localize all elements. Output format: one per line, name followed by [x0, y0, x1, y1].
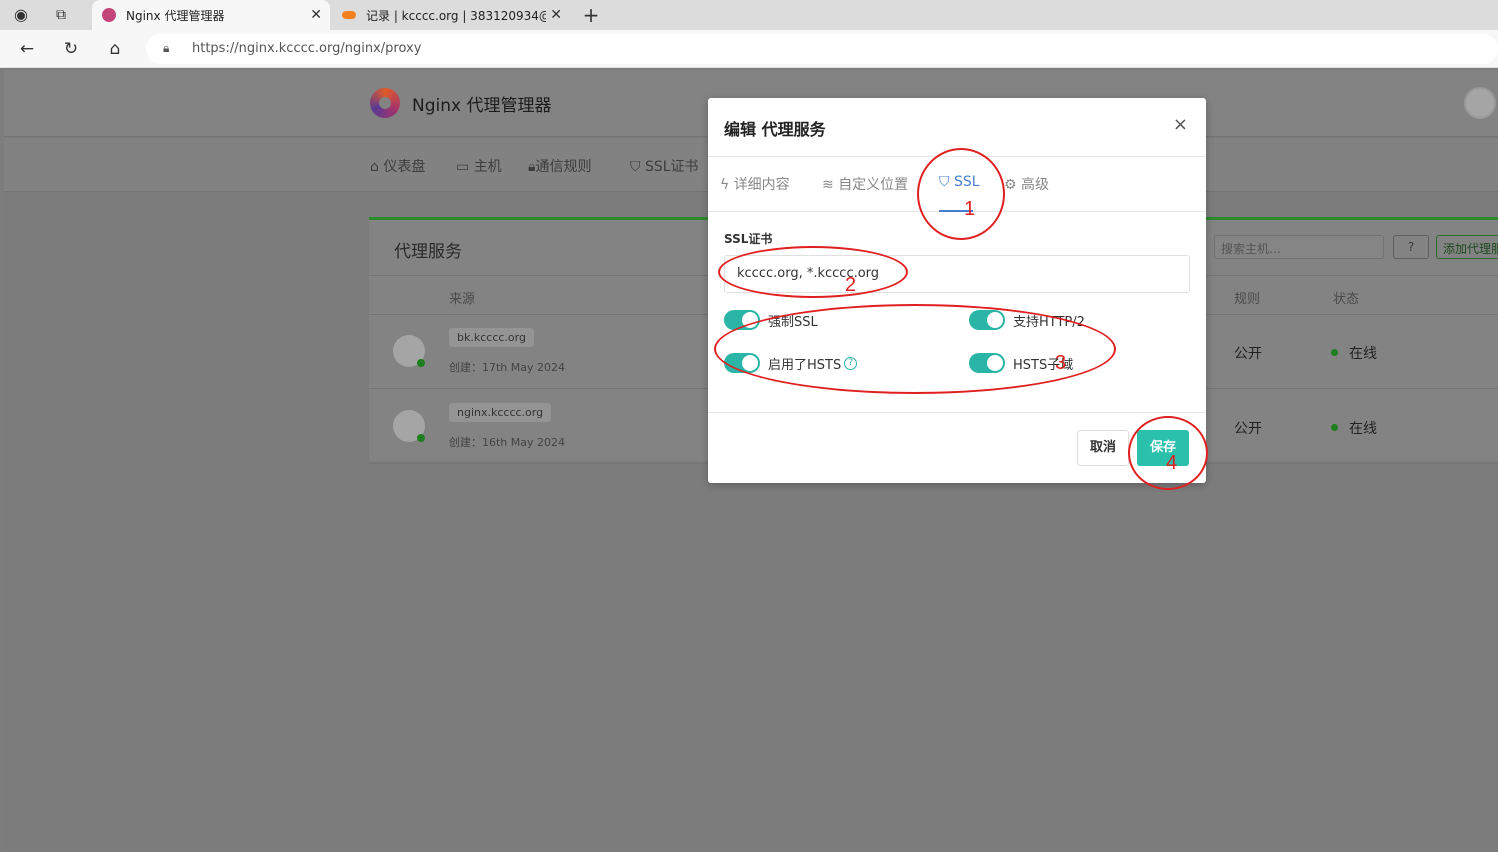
modal-title: 编辑 代理服务: [724, 120, 826, 139]
nginx-logo-icon: [370, 88, 400, 118]
browser-profile-icon[interactable]: ◉: [10, 4, 32, 26]
back-icon[interactable]: ←: [16, 38, 38, 60]
browser-tabbar: ◉ ⧉ Nginx 代理管理器 ✕ 记录 | kcccc.org | 38312…: [0, 0, 1498, 30]
status-dot-icon: [1331, 349, 1338, 356]
access-rule: 公开: [1234, 421, 1262, 437]
tab-label: 详细内容: [733, 177, 790, 193]
annotation-number: 4: [1166, 452, 1178, 474]
add-proxy-button[interactable]: 添加代理服务: [1436, 235, 1498, 259]
url-text: https://nginx.kcccc.org/nginx/proxy: [192, 41, 422, 56]
browser-tab-title: 记录 | kcccc.org | 383120934@qq: [366, 8, 546, 23]
nav-dashboard[interactable]: ⌂ 仪表盘: [370, 156, 425, 176]
tab-advanced[interactable]: ⚙ 高级: [1004, 174, 1049, 194]
tab-custom-locations[interactable]: ≋ 自定义位置: [822, 174, 908, 194]
tab-label: 高级: [1021, 177, 1050, 193]
annotation-number: 1: [964, 198, 976, 220]
nav-label: 仪表盘: [383, 159, 426, 175]
status-badge: 在线: [1349, 421, 1377, 437]
monitor-icon: ▭: [456, 159, 474, 175]
domain-tag[interactable]: bk.kcccc.org: [449, 328, 534, 347]
bolt-icon: ϟ: [720, 177, 734, 193]
cancel-button[interactable]: 取消: [1077, 430, 1129, 466]
browser-tab-title: Nginx 代理管理器: [126, 8, 225, 23]
home-icon: ⌂: [370, 159, 384, 175]
browser-tab-nginx[interactable]: Nginx 代理管理器 ✕: [92, 0, 330, 30]
access-rule: 公开: [1234, 346, 1262, 362]
close-icon[interactable]: ×: [1173, 114, 1188, 135]
new-tab-icon[interactable]: +: [580, 4, 602, 26]
close-tab-icon[interactable]: ✕: [550, 7, 562, 23]
status-dot-icon: [1331, 424, 1338, 431]
column-status: 状态: [1333, 292, 1360, 307]
online-dot-icon: [417, 434, 425, 442]
annotation-number: 3: [1055, 352, 1067, 374]
tab-label: 自定义位置: [838, 177, 909, 193]
nav-hosts[interactable]: ▭ 主机: [456, 156, 502, 176]
nav-access[interactable]: 🔒︎通信规则: [528, 156, 591, 176]
nav-ssl[interactable]: ⛉ SSL证书: [630, 156, 699, 176]
annotation-ellipse: [718, 246, 908, 298]
column-source: 来源: [449, 292, 476, 307]
online-dot-icon: [417, 359, 425, 367]
nav-label: SSL证书: [644, 159, 699, 175]
status-badge: 在线: [1349, 346, 1377, 362]
user-avatar[interactable]: [1464, 87, 1496, 119]
card-title: 代理服务: [394, 242, 462, 262]
ssl-certificate-label: SSL证书: [724, 232, 773, 246]
browser-toolbar: ← ↻ ⌂ 🔒︎ https://nginx.kcccc.org/nginx/p…: [0, 30, 1498, 68]
annotation-ellipse: [714, 304, 1116, 394]
browser-tab-records[interactable]: 记录 | kcccc.org | 383120934@qq ✕: [332, 0, 570, 30]
column-rule: 规则: [1234, 292, 1261, 307]
help-icon: ?: [1407, 240, 1415, 254]
layers-icon: ≋: [822, 177, 839, 193]
lock-icon: 🔒︎: [163, 41, 170, 55]
gear-icon: ⚙: [1004, 177, 1022, 193]
help-button[interactable]: ?: [1393, 235, 1429, 259]
tab-actions-icon[interactable]: ⧉: [50, 4, 72, 26]
cloudflare-favicon-icon: [342, 11, 356, 19]
annotation-number: 2: [845, 274, 857, 296]
close-tab-icon[interactable]: ✕: [310, 7, 322, 23]
reload-icon[interactable]: ↻: [60, 38, 82, 60]
app-brand[interactable]: Nginx 代理管理器: [412, 91, 551, 116]
created-date: 创建：16th May 2024: [449, 436, 566, 449]
nginx-favicon-icon: [102, 8, 116, 22]
annotation-circle: [917, 148, 1005, 240]
nav-label: 主机: [473, 159, 502, 175]
created-date: 创建：17th May 2024: [449, 361, 566, 374]
shield-icon: ⛉: [630, 159, 645, 175]
tab-details[interactable]: ϟ 详细内容: [720, 174, 790, 194]
address-bar[interactable]: 🔒︎ https://nginx.kcccc.org/nginx/proxy: [146, 34, 1498, 64]
domain-tag[interactable]: nginx.kcccc.org: [449, 403, 552, 422]
search-input[interactable]: 搜索主机…: [1214, 235, 1384, 259]
nav-label: 通信规则: [535, 159, 592, 175]
home-icon[interactable]: ⌂: [104, 38, 126, 60]
